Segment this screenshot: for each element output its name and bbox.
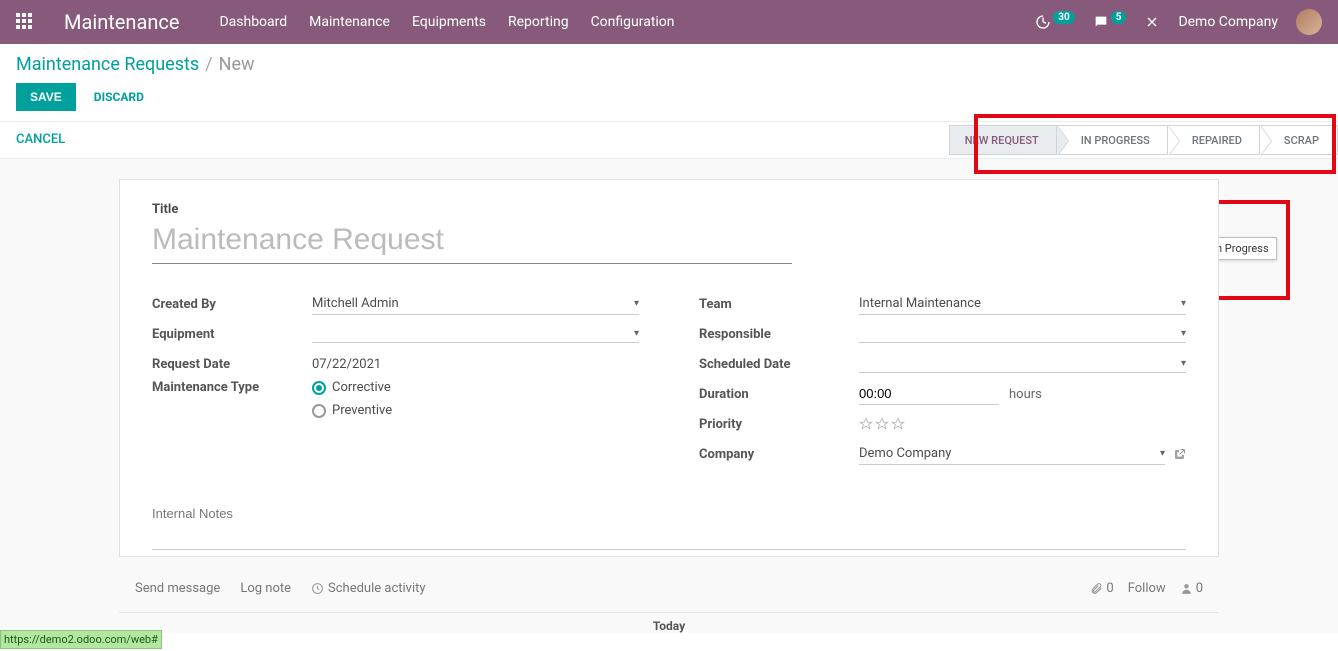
duration-unit: hours [1009, 387, 1042, 402]
created-by-value: Mitchell Admin [312, 296, 399, 311]
radio-preventive-label: Preventive [332, 403, 392, 418]
close-icon[interactable] [1144, 14, 1160, 30]
followers-count: 0 [1196, 581, 1203, 596]
radio-preventive[interactable]: Preventive [312, 403, 392, 418]
duration-label: Duration [699, 387, 859, 402]
statusbar: NEW REQUEST IN PROGRESS REPAIRED SCRAP [950, 122, 1338, 158]
followers-button[interactable]: 0 [1180, 581, 1203, 596]
attachments-count: 0 [1106, 581, 1113, 596]
maintenance-type-label: Maintenance Type [152, 380, 312, 395]
status-in-progress[interactable]: IN PROGRESS [1056, 125, 1168, 155]
control-panel-top: Maintenance Requests / New [0, 44, 1338, 77]
company-field[interactable]: Demo Company ▾ [859, 443, 1165, 465]
company-name[interactable]: Demo Company [1178, 14, 1278, 30]
chatter: Send message Log note Schedule activity … [119, 573, 1219, 604]
company-label: Company [699, 447, 859, 462]
team-field[interactable]: Internal Maintenance ▾ [859, 293, 1186, 315]
clock-icon [311, 582, 324, 595]
team-label: Team [699, 297, 859, 312]
chevron-down-icon: ▾ [634, 328, 639, 339]
control-panel-row2: CANCEL NEW REQUEST IN PROGRESS REPAIRED … [0, 121, 1338, 159]
chevron-down-icon: ▾ [634, 298, 639, 309]
breadcrumb-separator: / [205, 54, 212, 75]
schedule-activity-button[interactable]: Schedule activity [311, 581, 426, 596]
created-by-label: Created By [152, 297, 312, 312]
attachments-button[interactable]: 0 [1090, 581, 1113, 596]
radio-checked-icon [312, 381, 326, 395]
today-separator: Today [119, 612, 1219, 633]
nav-configuration[interactable]: Configuration [591, 14, 675, 30]
radio-corrective-label: Corrective [332, 380, 391, 395]
maintenance-type-radios: Corrective Preventive [312, 380, 392, 426]
title-input[interactable] [152, 221, 792, 264]
activity-badge: 30 [1053, 11, 1074, 24]
priority-label: Priority [699, 417, 859, 432]
sheet-background: Title Created By Mitchell Admin ▾ Equipme… [0, 159, 1338, 633]
equipment-label: Equipment [152, 327, 312, 342]
apps-icon[interactable] [16, 13, 34, 31]
form-sheet: Title Created By Mitchell Admin ▾ Equipme… [119, 179, 1219, 557]
nav-right: 30 5 Demo Company [1035, 9, 1322, 35]
schedule-activity-label: Schedule activity [328, 581, 426, 596]
star-icon[interactable] [859, 417, 873, 431]
nav-dashboard[interactable]: Dashboard [219, 14, 287, 30]
created-by-field[interactable]: Mitchell Admin ▾ [312, 293, 639, 315]
duration-input[interactable] [859, 383, 999, 405]
notes-area [152, 496, 1186, 550]
equipment-field[interactable]: ▾ [312, 325, 639, 343]
nav-equipments[interactable]: Equipments [412, 14, 486, 30]
activity-icon[interactable]: 30 [1035, 14, 1074, 30]
star-icon[interactable] [875, 417, 889, 431]
user-avatar[interactable] [1296, 9, 1322, 35]
chevron-down-icon: ▾ [1160, 448, 1165, 459]
send-message-button[interactable]: Send message [135, 581, 220, 596]
status-url: https://demo2.odoo.com/web# [0, 630, 162, 649]
internal-notes-input[interactable] [152, 496, 1186, 550]
responsible-label: Responsible [699, 327, 859, 342]
user-icon [1180, 582, 1193, 595]
chevron-down-icon: ▾ [1181, 328, 1186, 339]
main-navbar: Maintenance Dashboard Maintenance Equipm… [0, 0, 1338, 44]
status-new-request[interactable]: NEW REQUEST [949, 125, 1057, 155]
external-link-icon[interactable] [1173, 448, 1186, 461]
radio-unchecked-icon [312, 404, 326, 418]
chevron-down-icon: ▾ [1181, 298, 1186, 309]
scheduled-date-label: Scheduled Date [699, 357, 859, 372]
status-repaired[interactable]: REPAIRED [1167, 125, 1260, 155]
log-note-button[interactable]: Log note [240, 581, 291, 596]
request-date-label: Request Date [152, 357, 312, 372]
control-panel-buttons: SAVE DISCARD [0, 77, 1338, 121]
paperclip-icon [1090, 582, 1103, 595]
team-value: Internal Maintenance [859, 296, 981, 311]
messages-icon[interactable]: 5 [1093, 14, 1127, 30]
company-value: Demo Company [859, 446, 951, 461]
messages-badge: 5 [1111, 11, 1127, 24]
nav-maintenance[interactable]: Maintenance [309, 14, 390, 30]
nav-menu: Dashboard Maintenance Equipments Reporti… [219, 14, 674, 30]
responsible-field[interactable]: ▾ [859, 325, 1186, 343]
breadcrumb: Maintenance Requests / New [16, 54, 255, 75]
request-date-value: 07/22/2021 [312, 354, 639, 375]
form-right-column: Team Internal Maintenance ▾ Responsible ▾… [699, 290, 1186, 470]
cancel-button[interactable]: CANCEL [0, 122, 81, 158]
radio-corrective[interactable]: Corrective [312, 380, 392, 395]
form-left-column: Created By Mitchell Admin ▾ Equipment ▾ R… [152, 290, 639, 470]
scheduled-date-field[interactable]: ▾ [859, 355, 1186, 373]
follow-button[interactable]: Follow [1128, 581, 1166, 596]
priority-stars[interactable] [859, 417, 905, 431]
nav-reporting[interactable]: Reporting [508, 14, 569, 30]
breadcrumb-current: New [219, 54, 255, 75]
star-icon[interactable] [891, 417, 905, 431]
breadcrumb-parent[interactable]: Maintenance Requests [16, 54, 199, 75]
save-button[interactable]: SAVE [16, 83, 76, 111]
title-label: Title [152, 202, 1186, 217]
discard-button[interactable]: DISCARD [94, 90, 144, 104]
chevron-down-icon: ▾ [1181, 358, 1186, 369]
app-brand[interactable]: Maintenance [64, 10, 179, 34]
